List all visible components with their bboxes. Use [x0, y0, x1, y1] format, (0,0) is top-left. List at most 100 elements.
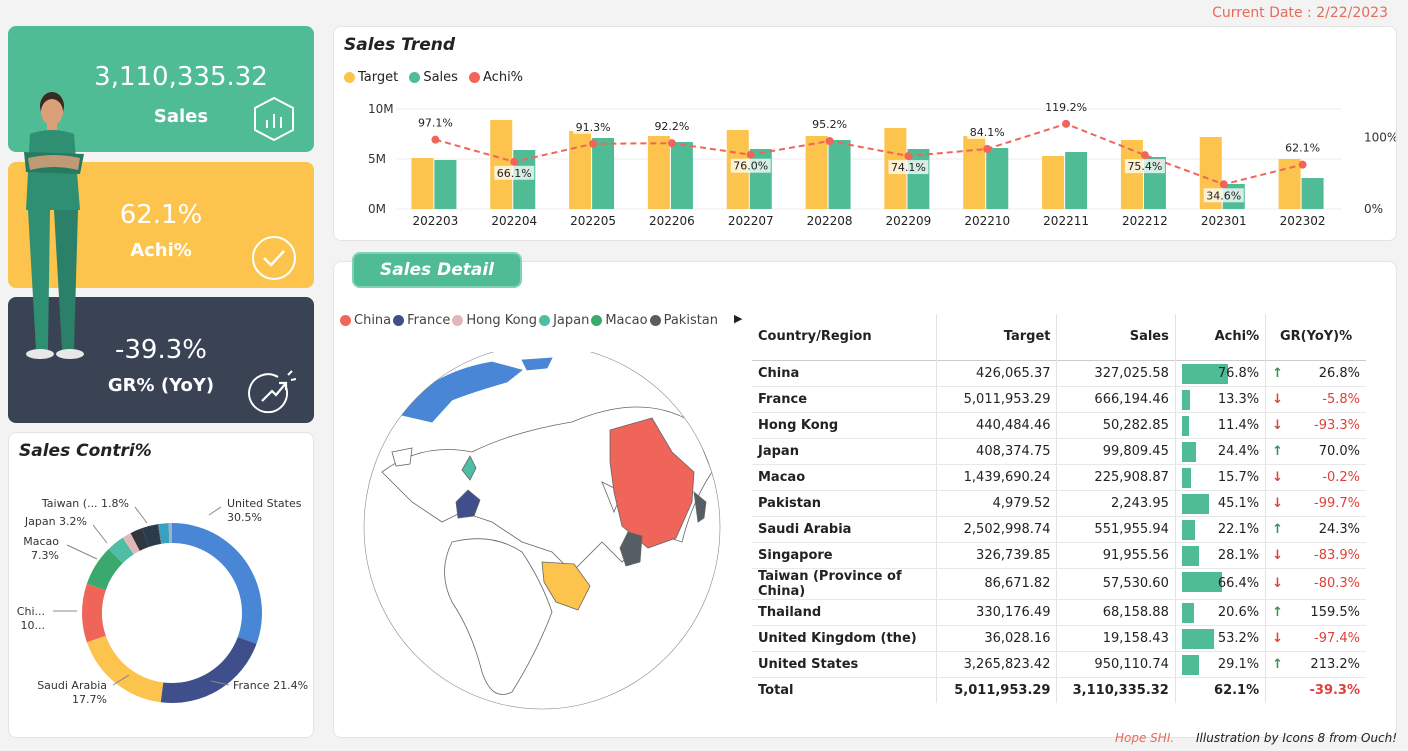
map-legend-item[interactable]: Pakistan: [649, 313, 718, 328]
cell-gr: ↓ -80.3%: [1265, 568, 1366, 600]
bar-target[interactable]: [647, 136, 670, 209]
legend-next-icon[interactable]: ▶: [734, 312, 742, 325]
donut-slice[interactable]: [82, 583, 106, 643]
x-tick-label: 202207: [728, 214, 774, 228]
legend-achi[interactable]: Achi%: [469, 70, 523, 85]
arrow-up-icon: ↑: [1272, 521, 1284, 537]
cell-target: 440,484.46: [936, 412, 1058, 439]
achi-bar: [1181, 415, 1189, 436]
legend-sales[interactable]: Sales: [409, 70, 458, 85]
map-legend-item[interactable]: Japan: [539, 313, 589, 328]
bar-sales[interactable]: [670, 142, 693, 209]
legend-dot: [393, 315, 405, 326]
header-achi[interactable]: Achi%: [1175, 314, 1267, 360]
table-row[interactable]: Hong Kong 440,484.46 50,282.85 11.4% ↓ -93.3%: [752, 412, 1366, 439]
table-row[interactable]: Macao 1,439,690.24 225,908.87 15.7% ↓ -0.2%: [752, 464, 1366, 491]
map-legend-item[interactable]: Hong Kong: [452, 313, 537, 328]
table-row[interactable]: China 426,065.37 327,025.58 76.8% ↑ 26.8%: [752, 360, 1366, 387]
table-row[interactable]: Singapore 326,739.85 91,955.56 28.1% ↓ -83.9%: [752, 542, 1366, 569]
cell-target: 5,011,953.29: [936, 386, 1058, 413]
bar-sales[interactable]: [592, 138, 615, 209]
cell-country: France: [752, 386, 938, 413]
bar-sales[interactable]: [828, 140, 851, 209]
achi-value: 45.1%: [1217, 495, 1260, 511]
cell-gr: ↑ 213.2%: [1265, 651, 1366, 678]
table-row[interactable]: Thailand 330,176.49 68,158.88 20.6% ↑ 159.5%: [752, 599, 1366, 626]
achi-data-label: 97.1%: [418, 117, 453, 130]
achi-point[interactable]: [746, 150, 755, 159]
achi-point[interactable]: [431, 135, 440, 144]
table-row[interactable]: Pakistan 4,979.52 2,243.95 45.1% ↓ -99.7%: [752, 490, 1366, 517]
table-row[interactable]: United Kingdom (the) 36,028.16 19,158.43 53…: [752, 625, 1366, 652]
achi-point[interactable]: [825, 137, 834, 145]
header-country[interactable]: Country/Region: [752, 314, 938, 360]
bar-target[interactable]: [963, 136, 986, 209]
cell-sales: 950,110.74: [1056, 651, 1176, 678]
bar-target[interactable]: [490, 120, 513, 209]
cell-achi: 20.6%: [1175, 599, 1267, 626]
cell-target: 408,374.75: [936, 438, 1058, 465]
x-tick-label: 202209: [886, 214, 932, 228]
cell-sales: 57,530.60: [1056, 568, 1176, 600]
bar-target[interactable]: [411, 158, 434, 209]
header-sales[interactable]: Sales: [1056, 314, 1176, 360]
x-tick-label: 202203: [413, 214, 459, 228]
achi-value: 11.4%: [1217, 417, 1260, 433]
cell-gr: ↓ -0.2%: [1265, 464, 1366, 491]
table-row[interactable]: Taiwan (Province of China) 86,671.82 57,53…: [752, 568, 1366, 600]
donut-label: Macao: [23, 535, 59, 548]
bar-target[interactable]: [1278, 159, 1301, 209]
achi-data-label: 76.0%: [733, 160, 768, 173]
achi-point[interactable]: [983, 144, 992, 153]
donut-label: Chi...: [17, 605, 45, 618]
bar-sales[interactable]: [1301, 178, 1324, 209]
bar-sales[interactable]: [986, 148, 1009, 209]
arrow-down-icon: ↓: [1272, 576, 1284, 591]
achi-point[interactable]: [1298, 160, 1307, 169]
achi-point[interactable]: [589, 139, 598, 148]
total-gr: -39.3%: [1309, 682, 1361, 698]
gr-value: -99.7%: [1314, 495, 1360, 511]
gr-value: -93.3%: [1314, 417, 1360, 433]
map-legend-item[interactable]: France: [393, 313, 450, 328]
bar-sales[interactable]: [1065, 152, 1088, 209]
bar-target[interactable]: [569, 131, 592, 209]
world-map-globe[interactable]: [352, 352, 732, 722]
legend-target[interactable]: Target: [344, 70, 398, 85]
map-legend-item[interactable]: Macao: [591, 313, 648, 328]
sales-detail-title-badge[interactable]: Sales Detail: [352, 252, 522, 288]
leader-line: [134, 506, 148, 524]
achi-point[interactable]: [1062, 119, 1071, 128]
cell-achi: 13.3%: [1175, 386, 1267, 413]
gr-value: -80.3%: [1314, 576, 1360, 591]
donut-label: Japan 3.2%: [24, 515, 87, 528]
table-row[interactable]: Japan 408,374.75 99,809.45 24.4% ↑ 70.0%: [752, 438, 1366, 465]
header-gr[interactable]: GR(YoY)%: [1266, 314, 1366, 360]
table-row[interactable]: Saudi Arabia 2,502,998.74 551,955.94 22.1% ↑…: [752, 516, 1366, 543]
bar-sales[interactable]: [434, 160, 457, 209]
gr-value: 159.5%: [1310, 604, 1360, 620]
achi-point[interactable]: [1219, 180, 1228, 189]
achi-bar: [1181, 493, 1209, 514]
sales-contri-panel: Sales Contri% United States 30.5% France 2…: [8, 432, 314, 738]
cell-gr: ↓ -93.3%: [1265, 412, 1366, 439]
achi-point[interactable]: [667, 139, 676, 148]
bar-sales[interactable]: [749, 149, 772, 209]
bar-target[interactable]: [1042, 156, 1065, 209]
donut-slice[interactable]: [172, 523, 262, 644]
achi-point[interactable]: [904, 152, 913, 161]
gr-value: -5.8%: [1322, 391, 1360, 407]
achi-point[interactable]: [1140, 151, 1149, 160]
table-row[interactable]: United States 3,265,823.42 950,110.74 29.1%…: [752, 651, 1366, 678]
header-target[interactable]: Target: [936, 314, 1058, 360]
donut-slice[interactable]: [160, 636, 257, 703]
map-legend-item[interactable]: China: [340, 313, 391, 328]
bar-target[interactable]: [805, 136, 828, 209]
y2-tick-label: 100%: [1364, 131, 1396, 145]
achi-point[interactable]: [510, 157, 519, 166]
table-row[interactable]: France 5,011,953.29 666,194.46 13.3% ↓ -5.8%: [752, 386, 1366, 413]
x-tick-label: 202206: [649, 214, 695, 228]
achi-bar: [1181, 389, 1190, 410]
achi-data-label: 62.1%: [1285, 142, 1320, 155]
cell-target: 2,502,998.74: [936, 516, 1058, 543]
